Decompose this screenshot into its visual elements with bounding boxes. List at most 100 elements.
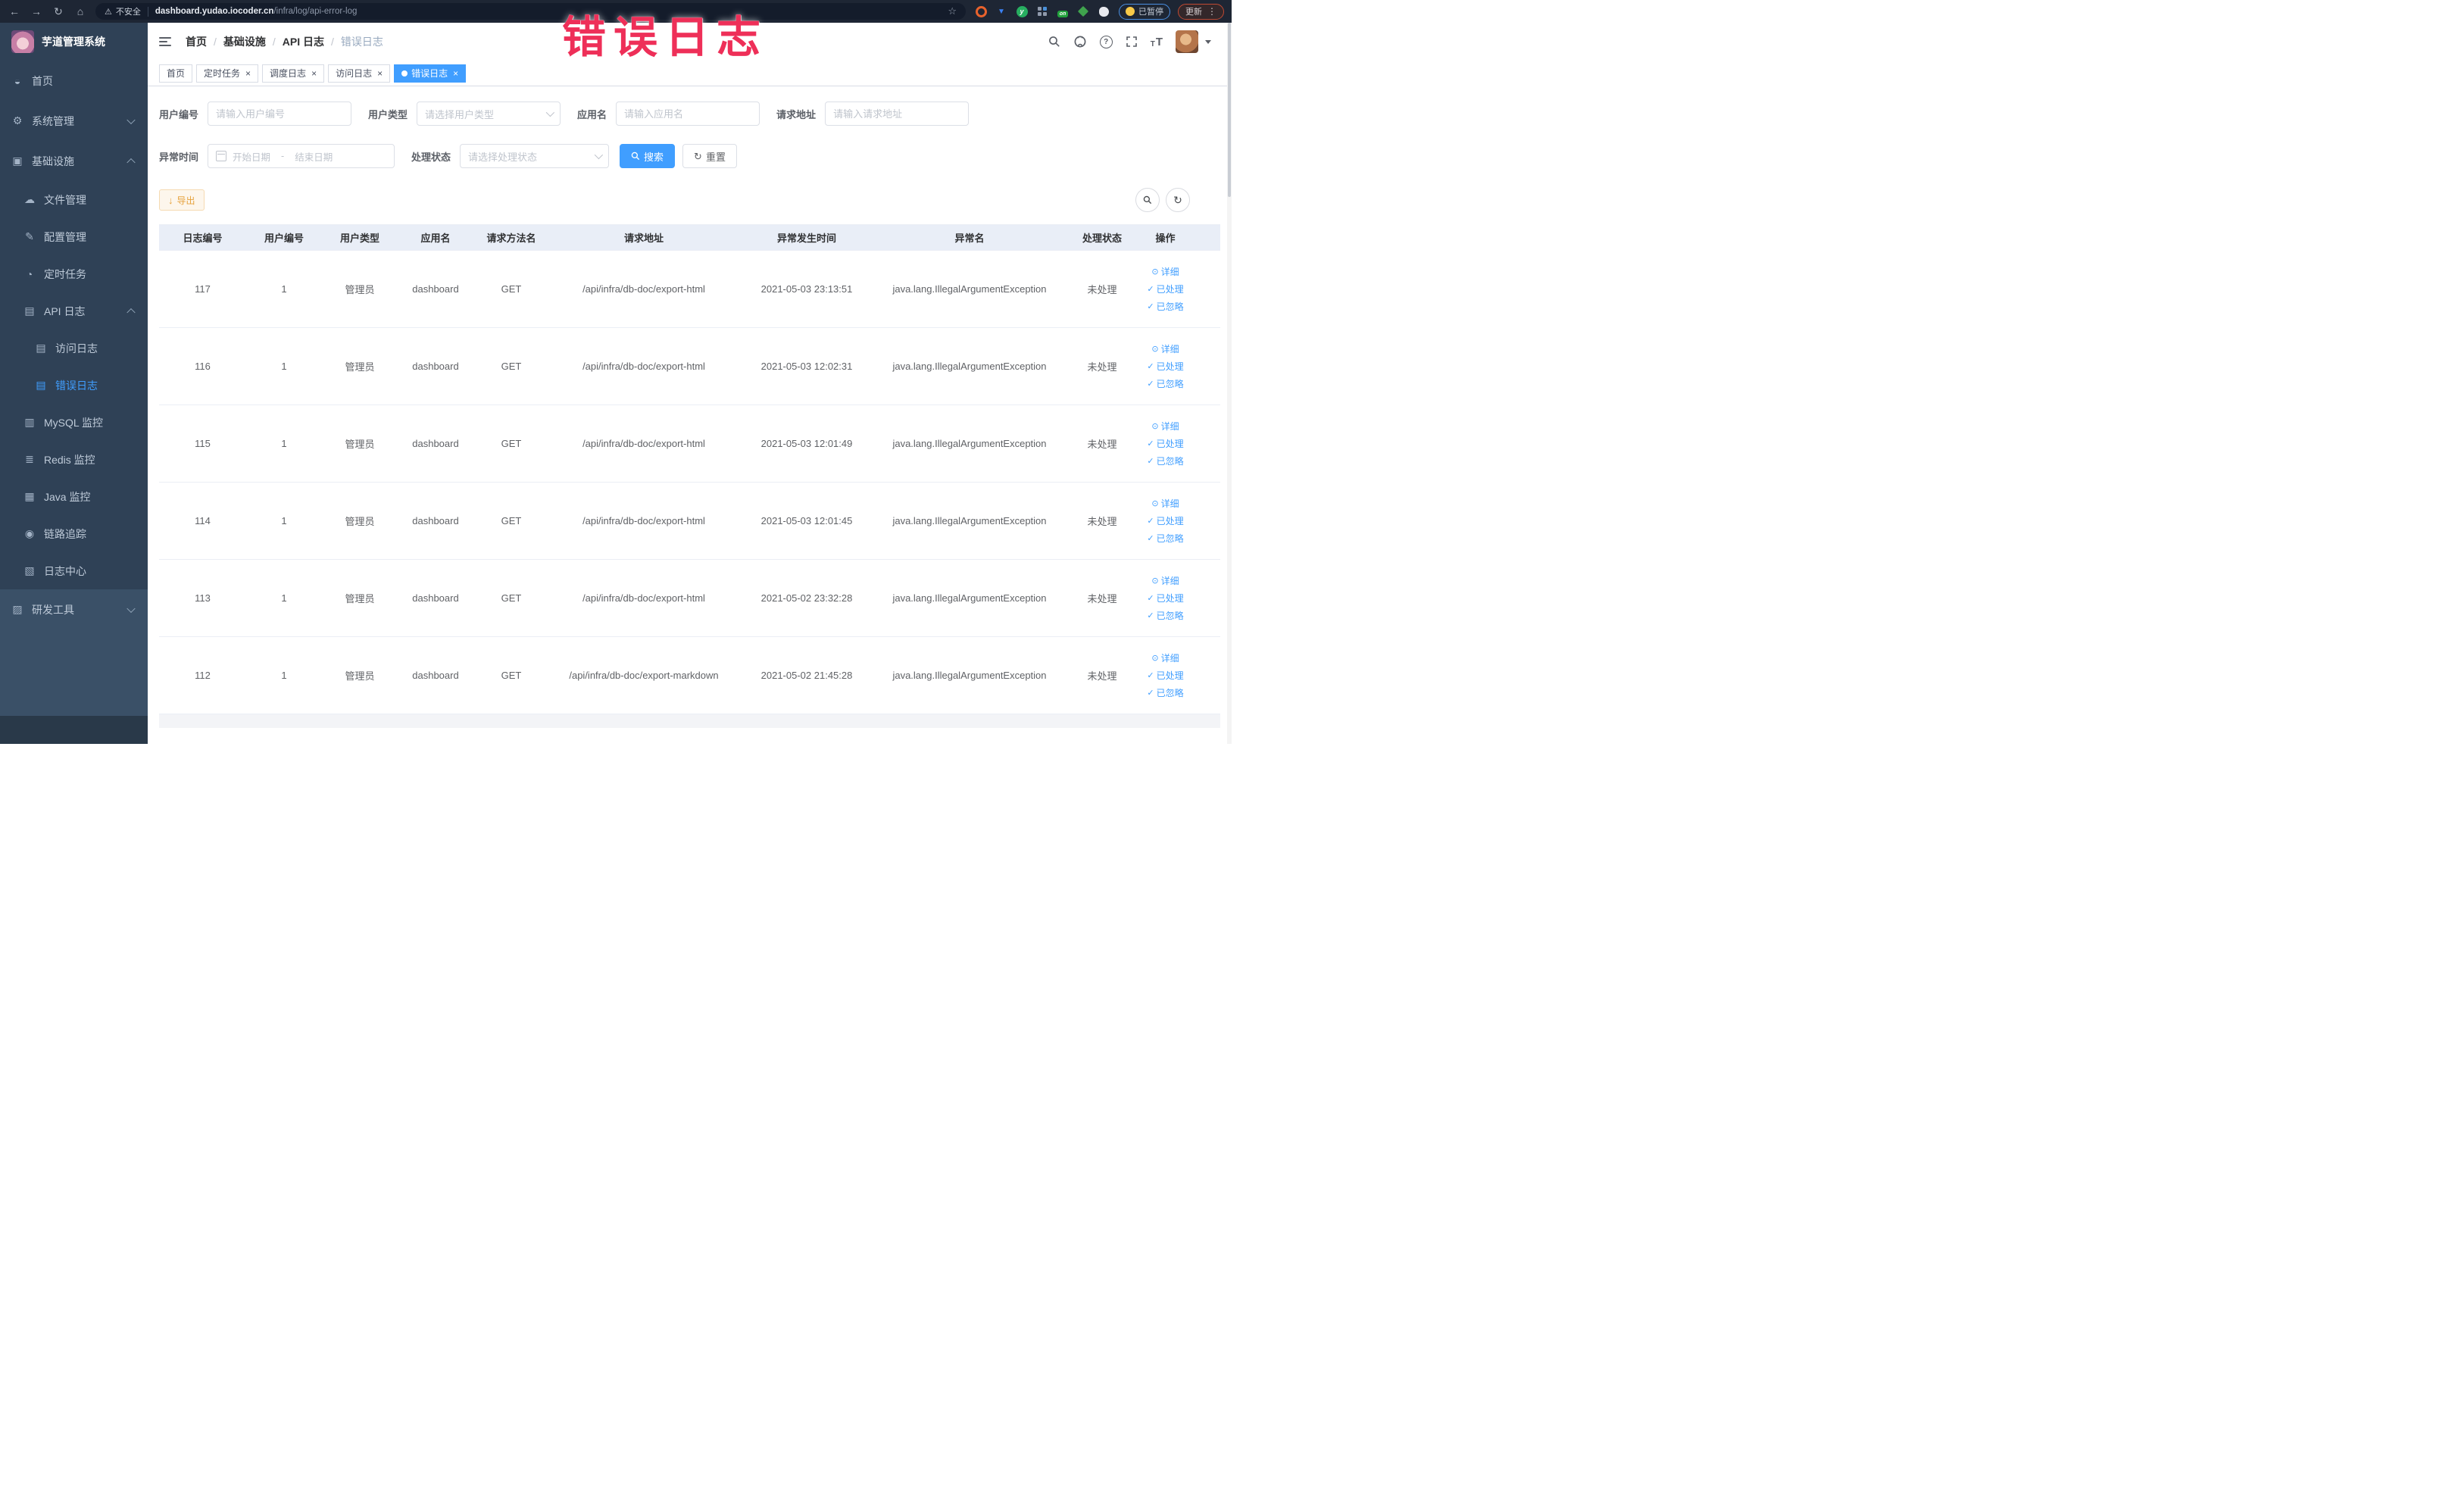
tab-定时任务[interactable]: 定时任务 × — [196, 64, 259, 83]
detail-link[interactable]: ⊙ 详细 — [1151, 265, 1179, 278]
sidebar-item-Redis 监控[interactable]: ≣ Redis 监控 — [0, 441, 148, 478]
sidebar-item-首页[interactable]: ◒ 首页 — [0, 61, 148, 101]
close-icon[interactable]: × — [453, 69, 458, 78]
cell-time: 2021-05-02 21:45:28 — [760, 670, 853, 681]
paused-label: 已暂停 — [1138, 8, 1163, 17]
detail-link[interactable]: ⊙ 详细 — [1151, 342, 1179, 355]
forward-icon[interactable]: → — [30, 5, 43, 17]
scrollbar[interactable] — [1227, 23, 1232, 744]
url-bar[interactable]: ⚠ 不安全 dashboard.yudao.iocoder.cn /infra/… — [95, 3, 966, 20]
browser-menu-icon[interactable]: ⋮ — [1207, 6, 1216, 17]
chevron-down-icon[interactable] — [1205, 39, 1211, 44]
extension-icon[interactable] — [1036, 5, 1048, 17]
mark-processed-link[interactable]: ✓ 已处理 — [1147, 437, 1183, 450]
detail-link[interactable]: ⊙ 详细 — [1151, 651, 1179, 664]
breadcrumb-item[interactable]: 基础设施 — [223, 34, 266, 49]
download-icon: ↓ — [168, 194, 173, 206]
url-domain: dashboard.yudao.iocoder.cn — [155, 7, 274, 16]
breadcrumb-item[interactable]: 首页 — [186, 34, 207, 49]
fullscreen-icon[interactable] — [1126, 36, 1138, 48]
row-actions: ⊙ 详细 ✓ 已处理 ✓ 已忽略 — [1140, 251, 1191, 327]
sidebar-item-定时任务[interactable]: ◔ 定时任务 — [0, 255, 148, 292]
column-header-日志编号: 日志编号 — [183, 233, 223, 244]
breadcrumb-item[interactable]: API 日志 — [283, 34, 324, 49]
close-icon[interactable]: × — [311, 69, 317, 78]
cell-app_name: dashboard — [412, 670, 459, 681]
app-name-input[interactable] — [616, 102, 760, 126]
hamburger-icon[interactable] — [159, 35, 173, 48]
user-id-input[interactable] — [208, 102, 352, 126]
process-status-select[interactable]: 请选择处理状态 — [460, 144, 610, 168]
sidebar-item-日志中心[interactable]: ▧ 日志中心 — [0, 552, 148, 589]
sidebar-item-配置管理[interactable]: ✎ 配置管理 — [0, 218, 148, 255]
close-icon[interactable]: × — [245, 69, 251, 78]
refresh-table-button[interactable]: ↻ — [1166, 188, 1190, 212]
tab-label: 定时任务 — [204, 68, 241, 79]
user-type-select[interactable]: 请选择用户类型 — [417, 102, 561, 126]
update-label: 更新 — [1185, 8, 1202, 17]
sidebar-item-链路追踪[interactable]: ◉ 链路追踪 — [0, 515, 148, 552]
sidebar-item-API 日志[interactable]: ▤ API 日志 — [0, 292, 148, 330]
sidebar-item-文件管理[interactable]: ☁ 文件管理 — [0, 181, 148, 218]
exception-time-range-picker[interactable]: 开始日期 - 结束日期 — [208, 144, 395, 168]
extension-icon[interactable]: ▼ — [995, 5, 1007, 17]
breadcrumb: 首页 / 基础设施 / API 日志 / 错误日志 — [186, 34, 383, 49]
search-button[interactable]: 搜索 — [620, 144, 676, 168]
sidebar-item-MySQL 监控[interactable]: ▥ MySQL 监控 — [0, 404, 148, 441]
sidebar-item-基础设施[interactable]: ▣ 基础设施 — [0, 141, 148, 181]
reload-icon[interactable]: ↻ — [52, 5, 65, 18]
avatar[interactable] — [1176, 30, 1198, 53]
mark-processed-link[interactable]: ✓ 已处理 — [1147, 360, 1183, 373]
extension-icon[interactable] — [1077, 5, 1089, 17]
detail-link[interactable]: ⊙ 详细 — [1151, 574, 1179, 587]
request-url-input[interactable] — [825, 102, 970, 126]
mark-processed-link[interactable]: ✓ 已处理 — [1147, 283, 1183, 295]
eye-icon: ⊙ — [1151, 345, 1159, 354]
extension-icon[interactable]: on — [1057, 5, 1069, 17]
paused-extension-button[interactable]: 已暂停 — [1119, 3, 1170, 20]
extension-icon[interactable]: y — [1016, 5, 1028, 17]
mark-ignored-link[interactable]: ✓ 已忽略 — [1147, 377, 1183, 390]
tab-首页[interactable]: 首页 — [159, 64, 193, 83]
font-size-icon[interactable]: TT — [1151, 36, 1163, 48]
mark-ignored-link[interactable]: ✓ 已忽略 — [1147, 300, 1183, 313]
mark-processed-link[interactable]: ✓ 已处理 — [1147, 669, 1183, 682]
extension-icon[interactable] — [975, 5, 987, 17]
column-header-操作: 操作 — [1155, 233, 1176, 244]
home-icon[interactable]: ⌂ — [73, 5, 87, 17]
extension-icon[interactable] — [1098, 5, 1110, 17]
sidebar-item-错误日志[interactable]: ▤ 错误日志 — [0, 367, 148, 404]
table-row: 113 1 管理员 dashboard GET/api/infra/db-doc/exp… — [159, 560, 1220, 637]
cell-time: 2021-05-02 23:32:28 — [760, 592, 853, 604]
mark-ignored-link[interactable]: ✓ 已忽略 — [1147, 532, 1183, 545]
close-icon[interactable]: × — [377, 69, 383, 78]
github-icon[interactable] — [1073, 35, 1087, 48]
sidebar-item-系统管理[interactable]: ⚙ 系统管理 — [0, 101, 148, 141]
reset-button[interactable]: ↻ 重置 — [682, 144, 737, 168]
detail-link[interactable]: ⊙ 详细 — [1151, 497, 1179, 510]
mark-processed-link[interactable]: ✓ 已处理 — [1147, 592, 1183, 604]
tab-错误日志[interactable]: 错误日志 × — [394, 64, 467, 83]
detail-link[interactable]: ⊙ 详细 — [1151, 420, 1179, 433]
action-label: 已处理 — [1156, 361, 1184, 372]
search-icon[interactable] — [1048, 36, 1060, 48]
bookmark-star-icon[interactable]: ☆ — [948, 5, 957, 17]
mark-ignored-link[interactable]: ✓ 已忽略 — [1147, 686, 1183, 699]
browser-update-button[interactable]: 更新 ⋮ — [1178, 3, 1224, 20]
sidebar-item-访问日志[interactable]: ▤ 访问日志 — [0, 330, 148, 367]
sidebar-item-研发工具[interactable]: ▨ 研发工具 — [0, 589, 148, 629]
check-icon: ✓ — [1147, 534, 1154, 543]
sidebar-item-Java 监控[interactable]: ▦ Java 监控 — [0, 478, 148, 515]
mark-ignored-link[interactable]: ✓ 已忽略 — [1147, 609, 1183, 622]
toggle-search-button[interactable] — [1135, 188, 1160, 212]
scrollbar-thumb[interactable] — [1228, 23, 1231, 197]
export-button[interactable]: ↓ 导出 — [159, 189, 205, 211]
mark-processed-link[interactable]: ✓ 已处理 — [1147, 514, 1183, 527]
tab-调度日志[interactable]: 调度日志 × — [262, 64, 325, 83]
back-icon[interactable]: ← — [8, 5, 21, 17]
mark-ignored-link[interactable]: ✓ 已忽略 — [1147, 455, 1183, 467]
tab-访问日志[interactable]: 访问日志 × — [328, 64, 391, 83]
cell-url: /api/infra/db-doc/export-markdown — [569, 670, 719, 681]
help-icon[interactable]: ? — [1099, 35, 1113, 48]
row-actions: ⊙ 详细 ✓ 已处理 ✓ 已忽略 — [1140, 483, 1191, 559]
